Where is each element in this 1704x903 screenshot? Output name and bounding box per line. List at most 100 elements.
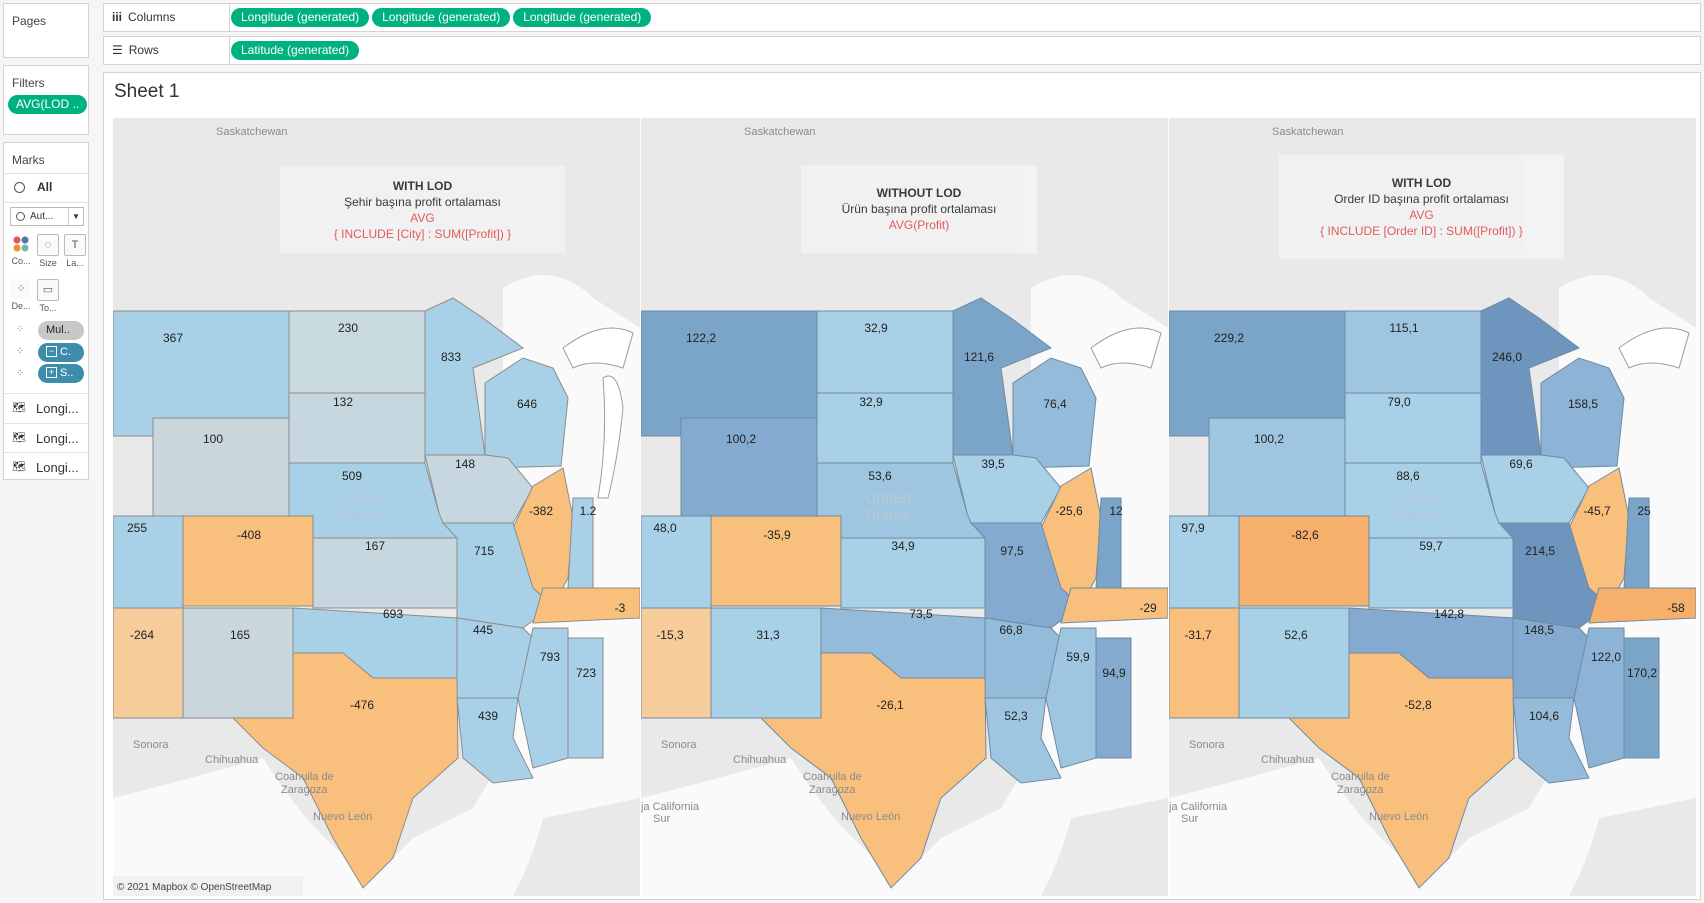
label-nuevo-leon: Nuevo León (1369, 811, 1428, 823)
value-ia: 69,6 (1509, 457, 1533, 471)
state-al[interactable] (1095, 637, 1132, 759)
pages-pane[interactable]: Pages (3, 3, 89, 58)
label-sur: Sur (1181, 813, 1198, 825)
value-ne: 53,6 (868, 469, 892, 483)
marks-all-row[interactable]: All (4, 173, 88, 203)
value-sd: 32,9 (859, 395, 883, 409)
state-wi[interactable] (1540, 357, 1625, 469)
annotation-subtitle: Ürün başına profit ortalaması (841, 202, 997, 216)
marks-pill-country[interactable]: C. (38, 343, 84, 362)
state-mt[interactable] (113, 310, 290, 437)
map-with-lod-city[interactable]: Saskatchewan United States Sonora Chihua… (113, 118, 640, 896)
filters-pane[interactable]: Filters AVG(LOD .. (3, 65, 89, 135)
columns-pill[interactable]: Longitude (generated) (372, 8, 511, 27)
detail-icon: ⁘ (16, 368, 25, 379)
label-baja: ja California (641, 801, 700, 813)
state-nm[interactable] (182, 607, 294, 719)
state-al[interactable] (567, 637, 604, 759)
label-sonora: Sonora (1189, 739, 1225, 751)
annotation-without-lod[interactable]: WITHOUT LOD Ürün başına profit ortalamas… (801, 165, 1037, 253)
state-nv[interactable] (113, 515, 184, 609)
detail-button[interactable]: ⁘ De... (9, 279, 33, 311)
value-in: 1.2 (580, 504, 597, 518)
color-icon (11, 234, 31, 254)
state-az[interactable] (113, 607, 184, 719)
circle-icon (16, 212, 25, 221)
value-ia: 148 (455, 457, 475, 471)
map-with-lod-order[interactable]: Saskatchewan United States Sonora Chihua… (1169, 118, 1696, 896)
value-wy: 100 (203, 432, 223, 446)
value-co: -82,6 (1291, 528, 1319, 542)
sheet-title[interactable]: Sheet 1 (114, 81, 180, 103)
label-zaragoza: Zaragoza (281, 784, 328, 796)
value-in: 12 (1109, 504, 1123, 518)
value-nm: 31,3 (756, 628, 780, 642)
annotation-aggregation: AVG(Profit) (888, 218, 950, 232)
value-ks: 167 (365, 539, 385, 553)
state-nm[interactable] (710, 607, 822, 719)
value-mo: 715 (474, 544, 494, 558)
chevron-down-icon[interactable]: ▼ (68, 208, 83, 225)
annotation-aggregation: AVG (410, 211, 435, 225)
state-az[interactable] (1169, 607, 1240, 719)
rows-pill[interactable]: Latitude (generated) (231, 41, 360, 60)
rows-shelf[interactable]: ☰ Rows Latitude (generated) (103, 36, 1701, 65)
state-mt[interactable] (641, 310, 818, 437)
value-co: -408 (237, 528, 261, 542)
annotation-subtitle: Şehir başına profit ortalaması (344, 195, 501, 209)
value-ne: 509 (342, 469, 362, 483)
value-la: 104,6 (1529, 709, 1559, 723)
color-button[interactable]: Co... (9, 234, 33, 266)
label-coahuila: Coahuila de (1331, 771, 1390, 783)
label-sonora: Sonora (661, 739, 697, 751)
state-al[interactable] (1623, 637, 1660, 759)
marks-layer-row[interactable]: 🗺 Longi... (4, 393, 88, 423)
state-az[interactable] (641, 607, 712, 719)
map-attribution[interactable]: © 2021 Mapbox © OpenStreetMap (117, 882, 272, 893)
annotation-with-lod-order[interactable]: WITH LOD Order ID başına profit ortalama… (1279, 155, 1564, 259)
state-wi[interactable] (484, 357, 569, 469)
state-nm[interactable] (1238, 607, 1350, 719)
state-sd[interactable] (816, 392, 954, 464)
mark-type-dropdown[interactable]: Aut... ▼ (10, 207, 84, 226)
marks-all-label: All (37, 180, 53, 194)
label-states: States (337, 508, 382, 525)
value-nm: 52,6 (1284, 628, 1308, 642)
state-sd[interactable] (288, 392, 426, 464)
label-coahuila: Coahuila de (275, 771, 334, 783)
value-al: 94,9 (1102, 666, 1126, 680)
multi-color-icon: ⁘ (16, 324, 25, 335)
state-sd[interactable] (1344, 392, 1482, 464)
value-mt: 367 (163, 331, 183, 345)
marks-layer-label: Longi... (36, 460, 79, 475)
tooltip-button[interactable]: ▭ To... (36, 279, 60, 313)
label-chihuahua: Chihuahua (733, 754, 787, 766)
annotation-title: WITH LOD (1391, 176, 1452, 190)
marks-pill-state[interactable]: S.. (38, 364, 84, 383)
value-mo: 97,5 (1000, 544, 1024, 558)
value-il: -25,6 (1055, 504, 1083, 518)
columns-pill[interactable]: Longitude (generated) (231, 8, 370, 27)
value-mt: 229,2 (1214, 331, 1244, 345)
state-wi[interactable] (1012, 357, 1097, 469)
globe-icon: 🗺 (12, 461, 26, 473)
size-button[interactable]: ◌ Size (36, 234, 60, 268)
value-al: 723 (576, 666, 596, 680)
collapse-icon: − (46, 346, 57, 357)
marks-layer-row[interactable]: 🗺 Longi... (4, 452, 88, 482)
columns-pill[interactable]: Longitude (generated) (513, 8, 652, 27)
map-without-lod[interactable]: Saskatchewan United States Sonora Chihua… (641, 118, 1168, 896)
value-mo: 214,5 (1525, 544, 1555, 558)
label-button[interactable]: T La... (63, 234, 87, 268)
value-wy: 100,2 (726, 432, 756, 446)
color-button-label: Co... (11, 256, 31, 266)
label-saskatchewan: Saskatchewan (1272, 126, 1344, 138)
marks-layer-row[interactable]: 🗺 Longi... (4, 423, 88, 453)
columns-shelf[interactable]: iii Columns Longitude (generated) Longitu… (103, 3, 1701, 32)
value-ms: 793 (540, 650, 560, 664)
marks-pill-multiple[interactable]: Mul.. (38, 321, 84, 340)
annotation-with-lod-city[interactable]: WITH LOD Şehir başına profit ortalaması … (280, 166, 565, 253)
state-mt[interactable] (1169, 310, 1346, 437)
annotation-aggregation: AVG (1409, 208, 1434, 222)
filter-pill-avg-lod[interactable]: AVG(LOD .. (8, 95, 88, 114)
